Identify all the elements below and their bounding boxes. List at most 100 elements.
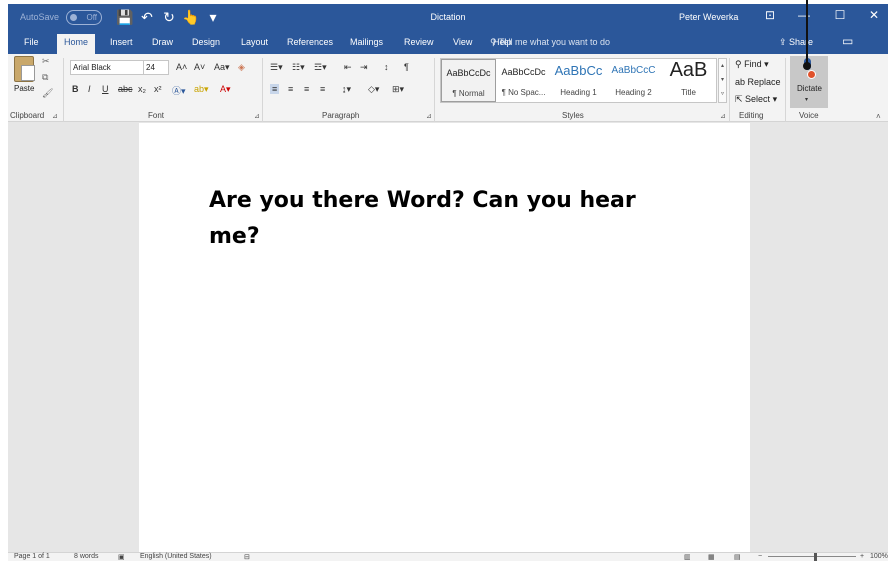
web-layout-icon[interactable]: ▤ xyxy=(734,553,741,561)
italic-button[interactable]: I xyxy=(88,84,91,94)
style-title[interactable]: AaB Title xyxy=(661,59,716,102)
style-heading-2[interactable]: AaBbCcC Heading 2 xyxy=(606,59,661,102)
tab-design[interactable]: Design xyxy=(192,37,220,47)
close-icon[interactable]: ✕ xyxy=(864,8,884,22)
ribbon-display-options-icon[interactable]: ⊡ xyxy=(760,8,780,22)
style-sample: AaBbCcC xyxy=(611,65,656,76)
bold-button[interactable]: B xyxy=(72,84,79,94)
tab-view[interactable]: View xyxy=(453,37,472,47)
style-normal[interactable]: AaBbCcDc ¶ Normal xyxy=(441,59,496,102)
find-button[interactable]: ⚲ Find ▾ xyxy=(735,59,769,70)
page-count[interactable]: Page 1 of 1 xyxy=(14,553,50,560)
tell-me-search[interactable]: ⚲ Tell me what you want to do xyxy=(490,37,610,48)
select-label: Select xyxy=(745,94,771,104)
zoom-level[interactable]: 100% xyxy=(870,553,888,560)
tab-review[interactable]: Review xyxy=(404,37,434,47)
font-color-icon[interactable]: A▾ xyxy=(220,84,231,95)
sort-icon[interactable]: ↕ xyxy=(384,62,389,72)
zoom-out-icon[interactable]: − xyxy=(758,553,762,560)
chevron-down-icon[interactable]: ▾ xyxy=(805,96,808,103)
maximize-icon[interactable]: ☐ xyxy=(830,8,850,22)
search-icon: ⚲ xyxy=(735,59,745,69)
read-mode-icon[interactable]: ▥ xyxy=(684,553,691,561)
voice-group-label: Voice xyxy=(799,111,819,120)
clear-formatting-icon[interactable]: ◈ xyxy=(238,62,245,73)
font-launcher-icon[interactable]: ⊿ xyxy=(254,112,260,120)
ribbon-tabs: File Home Insert Draw Design Layout Refe… xyxy=(8,32,888,54)
increase-indent-icon[interactable]: ⇥ xyxy=(360,62,368,73)
line-spacing-icon[interactable]: ↨▾ xyxy=(342,84,351,95)
format-painter-icon[interactable]: 🖌 xyxy=(42,88,53,99)
tab-insert[interactable]: Insert xyxy=(110,37,133,47)
bullets-icon[interactable]: ☰▾ xyxy=(270,62,283,73)
multilevel-list-icon[interactable]: ☲▾ xyxy=(314,62,327,73)
comments-icon[interactable]: ▭ xyxy=(842,34,853,48)
macro-icon[interactable]: ⊟ xyxy=(244,553,250,561)
tab-draw[interactable]: Draw xyxy=(152,37,173,47)
shading-icon[interactable]: ◇▾ xyxy=(368,84,379,95)
divider xyxy=(785,58,786,122)
numbering-icon[interactable]: ☷▾ xyxy=(292,62,305,73)
font-group-label: Font xyxy=(148,111,165,120)
replace-label: Replace xyxy=(747,77,781,87)
tab-mailings[interactable]: Mailings xyxy=(350,37,383,47)
style-heading-1[interactable]: AaBbCc Heading 1 xyxy=(551,59,606,102)
paragraph-launcher-icon[interactable]: ⊿ xyxy=(426,112,432,120)
justify-icon[interactable]: ≡ xyxy=(320,84,325,94)
cut-icon[interactable]: ✂ xyxy=(42,56,50,67)
align-center-icon[interactable]: ≡ xyxy=(288,84,293,94)
print-layout-icon[interactable]: ▦ xyxy=(708,553,715,561)
font-size-field[interactable]: 24 xyxy=(143,60,169,75)
word-count[interactable]: 8 words xyxy=(74,553,99,560)
change-case-icon[interactable]: Aa▾ xyxy=(214,62,230,73)
recording-indicator-icon xyxy=(807,70,816,79)
borders-icon[interactable]: ⊞▾ xyxy=(392,84,404,95)
collapse-ribbon-icon[interactable]: ˄ xyxy=(876,112,881,121)
shrink-font-icon[interactable]: A˅ xyxy=(194,62,205,72)
zoom-slider-thumb[interactable] xyxy=(814,553,817,561)
minimize-icon[interactable]: — xyxy=(794,8,814,22)
styles-launcher-icon[interactable]: ⊿ xyxy=(720,112,726,120)
paragraph-group-label: Paragraph xyxy=(322,111,360,120)
underline-button[interactable]: U xyxy=(102,84,109,94)
clipboard-launcher-icon[interactable]: ⊿ xyxy=(52,112,58,120)
align-left-icon[interactable]: ≡ xyxy=(270,84,280,94)
show-formatting-icon[interactable]: ¶ xyxy=(404,62,409,72)
status-bar: Page 1 of 1 8 words ▣ English (United St… xyxy=(8,552,888,561)
tab-home[interactable]: Home xyxy=(57,34,96,54)
styles-scroll[interactable]: ▴ ▾ ▿ xyxy=(718,58,727,103)
replace-button[interactable]: ab Replace xyxy=(735,77,781,87)
align-right-icon[interactable]: ≡ xyxy=(304,84,309,94)
style-sample: AaBbCcDc xyxy=(501,67,546,77)
proofing-icon[interactable]: ▣ xyxy=(118,553,125,561)
share-icon: ⇪ xyxy=(779,37,790,47)
document-body-text[interactable]: Are you there Word? Can you hear me? xyxy=(209,183,689,255)
style-name: Title xyxy=(681,88,696,97)
tab-layout[interactable]: Layout xyxy=(241,37,268,47)
style-name: Heading 1 xyxy=(560,88,597,97)
language-indicator[interactable]: English (United States) xyxy=(140,553,212,560)
text-effects-icon[interactable]: Ⓐ▾ xyxy=(172,84,186,97)
highlight-color-icon[interactable]: ab▾ xyxy=(194,84,209,95)
zoom-slider[interactable] xyxy=(768,556,856,557)
tab-file[interactable]: File xyxy=(24,37,39,47)
divider xyxy=(729,58,730,122)
copy-icon[interactable]: ⧉ xyxy=(42,72,48,83)
decrease-indent-icon[interactable]: ⇤ xyxy=(344,62,352,73)
superscript-button[interactable]: x² xyxy=(154,84,162,94)
strikethrough-button[interactable]: abc xyxy=(118,84,133,94)
callout-line xyxy=(806,0,808,66)
select-button[interactable]: ⇱ Select ▾ xyxy=(735,94,777,105)
style-no-spacing[interactable]: AaBbCcDc ¶ No Spac... xyxy=(496,59,551,102)
user-name[interactable]: Peter Weverka xyxy=(679,12,738,22)
replace-icon: ab xyxy=(735,77,748,87)
paste-button-label[interactable]: Paste xyxy=(14,84,34,93)
font-name-field[interactable]: Arial Black xyxy=(70,60,147,75)
zoom-in-icon[interactable]: + xyxy=(860,553,864,560)
tab-references[interactable]: References xyxy=(287,37,333,47)
paste-icon[interactable] xyxy=(14,56,35,82)
subscript-button[interactable]: x₂ xyxy=(138,84,146,94)
grow-font-icon[interactable]: A˄ xyxy=(176,62,187,72)
styles-gallery: AaBbCcDc ¶ Normal AaBbCcDc ¶ No Spac... … xyxy=(440,58,717,103)
style-name: ¶ Normal xyxy=(452,89,485,98)
